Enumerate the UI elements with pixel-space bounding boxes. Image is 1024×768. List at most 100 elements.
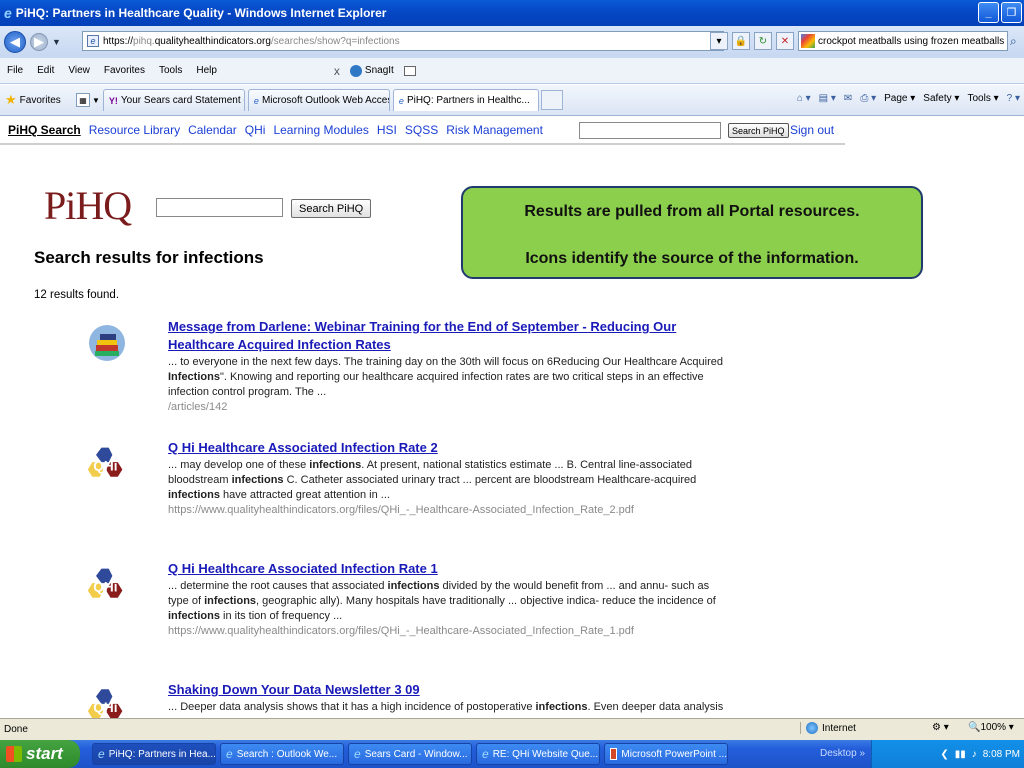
refresh-icon[interactable]: ↻ xyxy=(754,32,772,50)
google-icon xyxy=(801,34,815,48)
page-menu[interactable]: Page ▾ xyxy=(884,93,915,104)
nav-learning-modules[interactable]: Learning Modules xyxy=(273,123,368,137)
tools-menu-label: Tools xyxy=(967,93,991,104)
highlighted-term: infections xyxy=(231,474,284,486)
favorites-button[interactable]: ★ Favorites xyxy=(0,92,70,108)
close-tab-icon[interactable]: ✕ xyxy=(537,95,538,106)
taskbar-item-pihq[interactable]: e PiHQ: Partners in Hea... xyxy=(92,743,216,765)
taskbar-item-sears[interactable]: e Sears Card - Window... xyxy=(348,743,472,765)
minimize-button[interactable]: _ xyxy=(978,2,999,23)
result-url: /articles/142 xyxy=(168,401,228,413)
page-icon: e xyxy=(87,35,99,47)
address-scheme: https:// xyxy=(103,35,134,47)
nav-risk-management[interactable]: Risk Management xyxy=(446,123,543,137)
main-search-input[interactable] xyxy=(156,198,283,217)
protected-mode-icon[interactable]: ⚙ ▾ xyxy=(932,722,949,733)
snippet-text: ... may develop one of these xyxy=(168,459,310,471)
zoom-control[interactable]: 🔍100% ▾ xyxy=(968,722,1014,733)
system-tray: ❮ ▮▮ ♪ 8:08 PM xyxy=(871,740,1024,768)
close-toolbar-icon[interactable]: x xyxy=(334,64,340,78)
highlighted-term: infections xyxy=(204,595,257,607)
qhi-icon: QHi xyxy=(87,447,123,477)
nav-resource-library[interactable]: Resource Library xyxy=(89,123,180,137)
snippet-text: have attracted great attention in ... xyxy=(219,489,390,501)
address-bar[interactable]: e https://pihq. qualityhealthindicators.o… xyxy=(82,31,724,51)
result-title-link[interactable]: Q Hi Healthcare Associated Infection Rat… xyxy=(168,560,728,578)
back-button[interactable]: ◀ xyxy=(4,31,26,53)
desktop-toolbar[interactable]: Desktop » xyxy=(820,748,865,759)
address-host: qualityhealthindicators.org xyxy=(154,35,271,47)
mail-icon[interactable]: ✉ xyxy=(844,93,852,104)
qhi-icon: QHi xyxy=(87,689,123,718)
zoom-value: 100% xyxy=(980,722,1007,733)
snagit-icon xyxy=(349,64,362,77)
taskbar-item-powerpoint[interactable]: Microsoft PowerPoint ... xyxy=(604,743,728,765)
lock-icon[interactable]: 🔒 xyxy=(732,32,750,50)
highlighted-term: infections xyxy=(309,459,362,471)
result-title-link[interactable]: Shaking Down Your Data Newsletter 3 09 xyxy=(168,681,728,699)
start-button[interactable]: start xyxy=(0,740,80,768)
highlighted-term: infections xyxy=(168,489,220,501)
volume-icon[interactable]: ♪ xyxy=(972,749,977,760)
restore-button[interactable]: ❐ xyxy=(1001,2,1022,23)
result-title-link[interactable]: Q Hi Healthcare Associated Infection Rat… xyxy=(168,439,728,457)
site-search-input[interactable] xyxy=(579,122,721,139)
clock[interactable]: 8:08 PM xyxy=(983,749,1020,760)
security-zone[interactable]: Internet xyxy=(800,722,856,734)
print-icon[interactable]: ⎙ ▾ xyxy=(860,93,876,104)
safety-menu[interactable]: Safety ▾ xyxy=(923,93,959,104)
tab-pihq[interactable]: e PiHQ: Partners in Healthc... ✕ xyxy=(392,89,539,111)
menu-help[interactable]: Help xyxy=(189,65,224,76)
highlighted-term: infections xyxy=(168,610,220,622)
page-title: Search results for infections xyxy=(34,248,264,267)
nav-qhi[interactable]: QHi xyxy=(245,123,266,137)
ie-icon: e xyxy=(253,95,259,106)
network-icon[interactable]: ▮▮ xyxy=(955,749,966,760)
highlighted-term: infections xyxy=(387,580,440,592)
feeds-icon[interactable]: ▤ ▾ xyxy=(819,93,836,104)
snippet-text: . Even deeper data analysis xyxy=(587,701,724,713)
highlighted-term: Infections xyxy=(168,371,220,383)
snagit-edit-icon[interactable] xyxy=(403,65,416,76)
stop-icon[interactable]: ✕ xyxy=(776,32,794,50)
tab-bar: ★ Favorites ▦ ▼ Y! Your Sears card State… xyxy=(0,85,1024,116)
address-dropdown-icon[interactable]: ▾ xyxy=(710,32,728,50)
nav-pihq-search[interactable]: PiHQ Search xyxy=(8,123,81,137)
site-search-button[interactable]: Search PiHQ xyxy=(728,123,789,138)
pihq-logo: PiHQ xyxy=(44,183,132,228)
task-label: PiHQ: Partners in Hea... xyxy=(108,748,216,760)
menu-tools[interactable]: Tools xyxy=(152,65,189,76)
result-title-link[interactable]: Message from Darlene: Webinar Training f… xyxy=(168,318,728,354)
tray-arrow-icon[interactable]: ❮ xyxy=(940,749,948,760)
tab-outlook[interactable]: e Microsoft Outlook Web Access xyxy=(247,89,390,111)
result-snippet: ... determine the root causes that assoc… xyxy=(168,579,728,624)
help-icon[interactable]: ? ▾ xyxy=(1007,93,1020,104)
taskbar-item-qhi-email[interactable]: e RE: QHi Website Que... xyxy=(476,743,600,765)
home-icon[interactable]: ⌂ ▾ xyxy=(797,93,811,104)
quick-tabs-icon[interactable]: ▦ xyxy=(76,93,90,107)
history-dropdown-icon[interactable]: ▼ xyxy=(52,37,61,47)
snagit-button[interactable]: SnagIt xyxy=(349,64,394,77)
star-icon: ★ xyxy=(5,92,17,107)
main-search-button[interactable]: Search PiHQ xyxy=(291,199,372,218)
search-result: Q Hi Healthcare Associated Infection Rat… xyxy=(168,439,728,518)
snippet-text: in its tion of frequency ... xyxy=(219,610,343,622)
menu-view[interactable]: View xyxy=(61,65,97,76)
menu-file[interactable]: File xyxy=(0,65,30,76)
forward-button[interactable]: ▶ xyxy=(30,33,48,51)
nav-calendar[interactable]: Calendar xyxy=(188,123,237,137)
tab-sears[interactable]: Y! Your Sears card Statement - ... xyxy=(102,89,245,111)
web-search-input[interactable]: crockpot meatballs using frozen meatball… xyxy=(798,31,1008,51)
nav-hsi[interactable]: HSI xyxy=(377,123,397,137)
ie-icon: e xyxy=(482,747,489,761)
ie-icon: e xyxy=(226,747,233,761)
menu-favorites[interactable]: Favorites xyxy=(97,65,152,76)
menu-edit[interactable]: Edit xyxy=(30,65,61,76)
new-tab-button[interactable] xyxy=(540,90,563,110)
search-icon[interactable]: ⌕ xyxy=(1010,34,1017,49)
tools-menu[interactable]: Tools ▾ xyxy=(967,93,998,104)
sign-out-link[interactable]: Sign out xyxy=(790,123,834,137)
taskbar-item-outlook-search[interactable]: e Search : Outlook We... xyxy=(220,743,344,765)
nav-sqss[interactable]: SQSS xyxy=(405,123,438,137)
tab-list-dropdown-icon[interactable]: ▼ xyxy=(92,96,100,105)
